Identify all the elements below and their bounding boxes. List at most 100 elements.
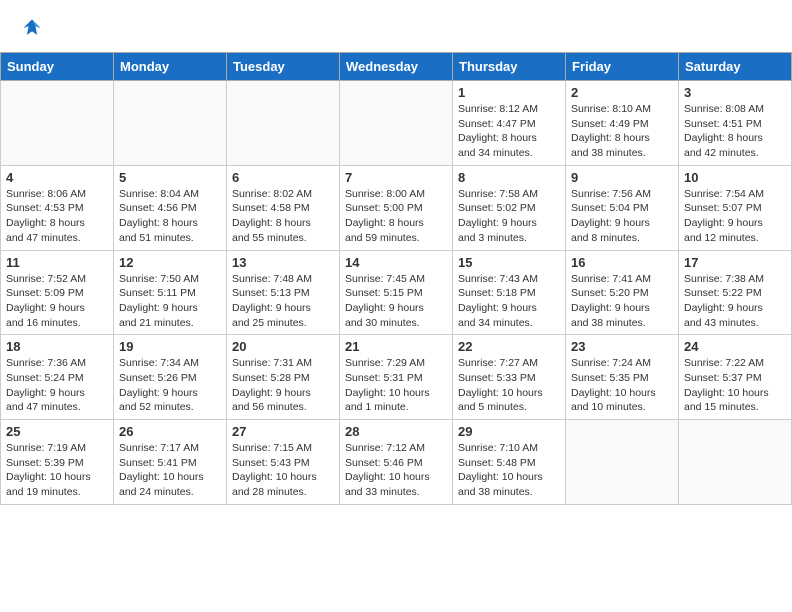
day-info: Sunrise: 7:19 AM Sunset: 5:39 PM Dayligh… — [6, 441, 108, 500]
day-info: Sunrise: 7:27 AM Sunset: 5:33 PM Dayligh… — [458, 356, 560, 415]
day-info: Sunrise: 7:56 AM Sunset: 5:04 PM Dayligh… — [571, 187, 673, 246]
day-header-monday: Monday — [114, 53, 227, 81]
day-info: Sunrise: 7:24 AM Sunset: 5:35 PM Dayligh… — [571, 356, 673, 415]
day-info: Sunrise: 8:08 AM Sunset: 4:51 PM Dayligh… — [684, 102, 786, 161]
day-number: 13 — [232, 255, 334, 270]
week-row-4: 18 Sunrise: 7:36 AM Sunset: 5:24 PM Dayli… — [1, 335, 792, 420]
empty-cell — [114, 81, 227, 166]
day-info: Sunrise: 7:54 AM Sunset: 5:07 PM Dayligh… — [684, 187, 786, 246]
day-info: Sunrise: 7:48 AM Sunset: 5:13 PM Dayligh… — [232, 272, 334, 331]
day-number: 2 — [571, 85, 673, 100]
day-number: 22 — [458, 339, 560, 354]
calendar-table: SundayMondayTuesdayWednesdayThursdayFrid… — [0, 52, 792, 505]
day-header-thursday: Thursday — [453, 53, 566, 81]
day-cell-25: 25 Sunrise: 7:19 AM Sunset: 5:39 PM Dayli… — [1, 420, 114, 505]
day-number: 19 — [119, 339, 221, 354]
day-info: Sunrise: 7:41 AM Sunset: 5:20 PM Dayligh… — [571, 272, 673, 331]
page-header — [0, 0, 792, 44]
day-info: Sunrise: 7:52 AM Sunset: 5:09 PM Dayligh… — [6, 272, 108, 331]
day-number: 29 — [458, 424, 560, 439]
day-info: Sunrise: 7:36 AM Sunset: 5:24 PM Dayligh… — [6, 356, 108, 415]
day-header-saturday: Saturday — [679, 53, 792, 81]
day-cell-19: 19Sunrise: 7:34 AM Sunset: 5:26 PM Dayli… — [114, 335, 227, 420]
day-number: 4 — [6, 170, 108, 185]
day-info: Sunrise: 7:38 AM Sunset: 5:22 PM Dayligh… — [684, 272, 786, 331]
day-cell-4: 4 Sunrise: 8:06 AM Sunset: 4:53 PM Daylig… — [1, 165, 114, 250]
day-number: 15 — [458, 255, 560, 270]
day-number: 24 — [684, 339, 786, 354]
day-info: Sunrise: 8:10 AM Sunset: 4:49 PM Dayligh… — [571, 102, 673, 161]
day-info: Sunrise: 7:43 AM Sunset: 5:18 PM Dayligh… — [458, 272, 560, 331]
empty-cell — [340, 81, 453, 166]
day-info: Sunrise: 8:00 AM Sunset: 5:00 PM Dayligh… — [345, 187, 447, 246]
day-info: Sunrise: 7:10 AM Sunset: 5:48 PM Dayligh… — [458, 441, 560, 500]
day-info: Sunrise: 8:06 AM Sunset: 4:53 PM Dayligh… — [6, 187, 108, 246]
day-cell-22: 22 Sunrise: 7:27 AM Sunset: 5:33 PM Dayli… — [453, 335, 566, 420]
day-number: 18 — [6, 339, 108, 354]
day-number: 16 — [571, 255, 673, 270]
day-number: 9 — [571, 170, 673, 185]
logo-icon — [20, 16, 44, 40]
day-info: Sunrise: 8:12 AM Sunset: 4:47 PM Dayligh… — [458, 102, 560, 161]
day-cell-29: 29 Sunrise: 7:10 AM Sunset: 5:48 PM Dayli… — [453, 420, 566, 505]
day-number: 3 — [684, 85, 786, 100]
day-cell-15: 15 Sunrise: 7:43 AM Sunset: 5:18 PM Dayli… — [453, 250, 566, 335]
day-info: Sunrise: 7:17 AM Sunset: 5:41 PM Dayligh… — [119, 441, 221, 500]
day-number: 21 — [345, 339, 447, 354]
week-row-2: 4 Sunrise: 8:06 AM Sunset: 4:53 PM Daylig… — [1, 165, 792, 250]
week-row-1: 1 Sunrise: 8:12 AM Sunset: 4:47 PM Daylig… — [1, 81, 792, 166]
day-number: 14 — [345, 255, 447, 270]
day-cell-3: 3 Sunrise: 8:08 AM Sunset: 4:51 PM Daylig… — [679, 81, 792, 166]
day-cell-1: 1 Sunrise: 8:12 AM Sunset: 4:47 PM Daylig… — [453, 81, 566, 166]
day-cell-12: 12 Sunrise: 7:50 AM Sunset: 5:11 PM Dayli… — [114, 250, 227, 335]
calendar-header-row: SundayMondayTuesdayWednesdayThursdayFrid… — [1, 53, 792, 81]
day-cell-27: 27 Sunrise: 7:15 AM Sunset: 5:43 PM Dayli… — [227, 420, 340, 505]
day-cell-21: 21 Sunrise: 7:29 AM Sunset: 5:31 PM Dayli… — [340, 335, 453, 420]
day-info: Sunrise: 7:45 AM Sunset: 5:15 PM Dayligh… — [345, 272, 447, 331]
day-cell-26: 26 Sunrise: 7:17 AM Sunset: 5:41 PM Dayli… — [114, 420, 227, 505]
day-number: 25 — [6, 424, 108, 439]
day-number: 27 — [232, 424, 334, 439]
empty-cell — [1, 81, 114, 166]
day-cell-11: 11 Sunrise: 7:52 AM Sunset: 5:09 PM Dayli… — [1, 250, 114, 335]
day-number: 1 — [458, 85, 560, 100]
day-header-tuesday: Tuesday — [227, 53, 340, 81]
day-cell-5: 5Sunrise: 8:04 AM Sunset: 4:56 PM Daylig… — [114, 165, 227, 250]
day-cell-28: 28 Sunrise: 7:12 AM Sunset: 5:46 PM Dayli… — [340, 420, 453, 505]
day-info: Sunrise: 8:02 AM Sunset: 4:58 PM Dayligh… — [232, 187, 334, 246]
day-info: Sunrise: 7:31 AM Sunset: 5:28 PM Dayligh… — [232, 356, 334, 415]
day-info: Sunrise: 7:29 AM Sunset: 5:31 PM Dayligh… — [345, 356, 447, 415]
day-number: 6 — [232, 170, 334, 185]
day-number: 26 — [119, 424, 221, 439]
day-cell-8: 8 Sunrise: 7:58 AM Sunset: 5:02 PM Daylig… — [453, 165, 566, 250]
day-info: Sunrise: 7:50 AM Sunset: 5:11 PM Dayligh… — [119, 272, 221, 331]
day-number: 12 — [119, 255, 221, 270]
day-number: 28 — [345, 424, 447, 439]
day-header-wednesday: Wednesday — [340, 53, 453, 81]
day-cell-9: 9 Sunrise: 7:56 AM Sunset: 5:04 PM Daylig… — [566, 165, 679, 250]
day-cell-18: 18 Sunrise: 7:36 AM Sunset: 5:24 PM Dayli… — [1, 335, 114, 420]
day-cell-6: 6 Sunrise: 8:02 AM Sunset: 4:58 PM Daylig… — [227, 165, 340, 250]
day-header-sunday: Sunday — [1, 53, 114, 81]
empty-cell — [679, 420, 792, 505]
week-row-3: 11 Sunrise: 7:52 AM Sunset: 5:09 PM Dayli… — [1, 250, 792, 335]
day-cell-10: 10Sunrise: 7:54 AM Sunset: 5:07 PM Dayli… — [679, 165, 792, 250]
day-info: Sunrise: 7:22 AM Sunset: 5:37 PM Dayligh… — [684, 356, 786, 415]
day-cell-16: 16 Sunrise: 7:41 AM Sunset: 5:20 PM Dayli… — [566, 250, 679, 335]
day-header-friday: Friday — [566, 53, 679, 81]
day-number: 11 — [6, 255, 108, 270]
day-info: Sunrise: 7:58 AM Sunset: 5:02 PM Dayligh… — [458, 187, 560, 246]
day-number: 20 — [232, 339, 334, 354]
day-cell-23: 23 Sunrise: 7:24 AM Sunset: 5:35 PM Dayli… — [566, 335, 679, 420]
day-cell-13: 13 Sunrise: 7:48 AM Sunset: 5:13 PM Dayli… — [227, 250, 340, 335]
logo — [20, 16, 48, 40]
day-cell-17: 17Sunrise: 7:38 AM Sunset: 5:22 PM Dayli… — [679, 250, 792, 335]
day-number: 8 — [458, 170, 560, 185]
empty-cell — [566, 420, 679, 505]
day-info: Sunrise: 7:15 AM Sunset: 5:43 PM Dayligh… — [232, 441, 334, 500]
day-cell-24: 24 Sunrise: 7:22 AM Sunset: 5:37 PM Dayli… — [679, 335, 792, 420]
day-info: Sunrise: 7:12 AM Sunset: 5:46 PM Dayligh… — [345, 441, 447, 500]
day-cell-14: 14 Sunrise: 7:45 AM Sunset: 5:15 PM Dayli… — [340, 250, 453, 335]
day-number: 23 — [571, 339, 673, 354]
day-number: 7 — [345, 170, 447, 185]
